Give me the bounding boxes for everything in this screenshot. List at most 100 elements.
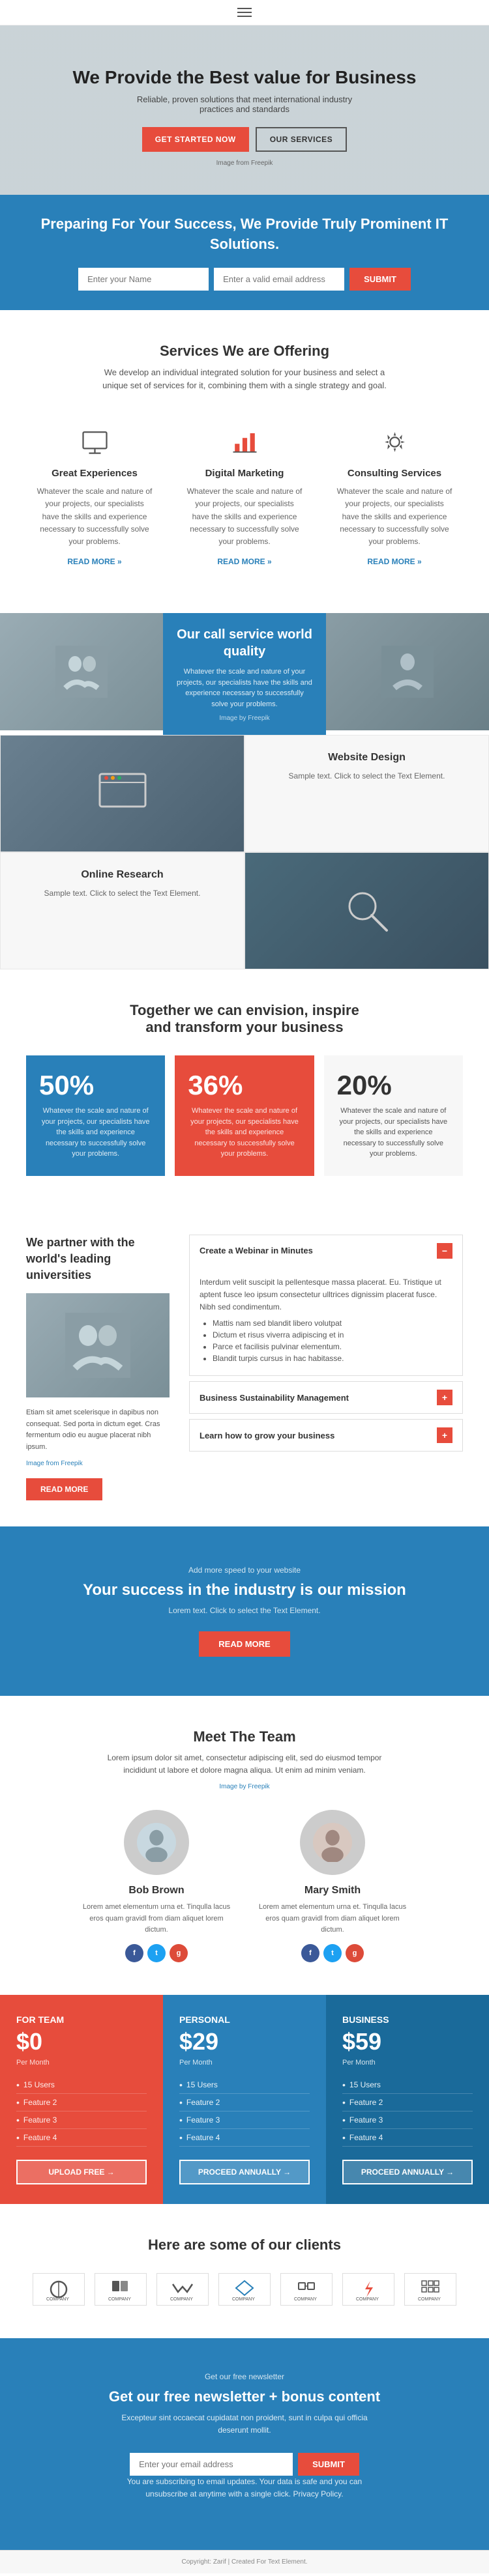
banner-email-input[interactable] <box>214 268 344 291</box>
social-google-mary[interactable]: g <box>346 1944 364 1962</box>
team-member-1-socials: f t g <box>78 1944 235 1962</box>
stat-number-50: 50% <box>39 1072 94 1099</box>
partner-left-col: We partner with the world's leading univ… <box>26 1235 170 1500</box>
footer-text: Copyright: Zarif | Created For Text Elem… <box>13 2558 476 2566</box>
price-feature-2-4: Feature 4 <box>179 2129 310 2147</box>
accordion-item-1: Create a Webinar in Minutes − Interdum v… <box>189 1235 463 1377</box>
team-description: Lorem ipsum dolor sit amet, consectetur … <box>98 1752 391 1777</box>
accordion-content-1: Interdum velit suscipit la pellentesque … <box>190 1267 462 1376</box>
two-col-section: Website Design Sample text. Click to sel… <box>0 735 489 969</box>
stat-text-36: Whatever the scale and nature of your pr… <box>188 1106 301 1160</box>
our-services-button[interactable]: OUR SERVICES <box>256 127 347 152</box>
accordion-toggle-3[interactable]: + <box>437 1427 452 1443</box>
newsletter-heading: Get our free newsletter + bonus content <box>26 2388 463 2405</box>
team-card-bob: Bob Brown Lorem amet elementum urna et. … <box>78 1810 235 1962</box>
social-twitter-bob[interactable]: t <box>147 1944 166 1962</box>
service-card-consulting: Consulting Services Whatever the scale a… <box>326 412 463 580</box>
service-card-1-title: Great Experiences <box>36 468 153 479</box>
newsletter-note: You are subscribing to email updates. Yo… <box>108 2476 381 2500</box>
price-plan-2-button[interactable]: Proceed Annually → <box>179 2160 310 2184</box>
price-plan-1-button[interactable]: Upload Free → <box>16 2160 147 2184</box>
hero-subtitle: Reliable, proven solutions that meet int… <box>121 94 368 114</box>
gallery-center-card: Our call service world quality Whatever … <box>163 613 326 735</box>
mission-read-more-button[interactable]: READ MORE <box>199 1631 289 1657</box>
service-card-2-link[interactable]: READ MORE » <box>217 557 271 566</box>
price-plan-3-button[interactable]: Proceed Annually → <box>342 2160 473 2184</box>
accordion-toggle-1[interactable]: − <box>437 1243 452 1259</box>
newsletter-email-input[interactable] <box>130 2453 293 2476</box>
accordion-header-1[interactable]: Create a Webinar in Minutes − <box>190 1235 462 1267</box>
price-plan-3-amount: $59 <box>342 2028 473 2055</box>
newsletter-pre: Get our free newsletter <box>108 2371 381 2383</box>
services-section: Services We are Offering We develop an i… <box>0 310 489 614</box>
accordion-list-1: Mattis nam sed blandit libero volutpat D… <box>213 1319 452 1363</box>
price-feature-1-4: Feature 4 <box>16 2129 147 2147</box>
gallery-img-right <box>326 613 489 730</box>
price-plan-1-features: 15 Users Feature 2 Feature 3 Feature 4 <box>16 2076 147 2147</box>
price-plan-2-name: Personal <box>179 2014 310 2025</box>
accordion-header-2[interactable]: Business Sustainability Management + <box>190 1382 462 1413</box>
partner-read-more-button[interactable]: READ MORE <box>26 1478 102 1500</box>
stat-box-20: 20% Whatever the scale and nature of you… <box>324 1055 463 1176</box>
desktop-icon <box>78 425 111 458</box>
stats-heading: Together we can envision, inspire and tr… <box>26 1002 463 1036</box>
service-card-2-title: Digital Marketing <box>186 468 303 479</box>
get-started-button[interactable]: GET STARTED NOW <box>142 127 249 152</box>
svg-text:COMPANY: COMPANY <box>170 2297 193 2300</box>
team-members-container: Bob Brown Lorem amet elementum urna et. … <box>26 1810 463 1962</box>
accordion-header-3[interactable]: Learn how to grow your business + <box>190 1420 462 1451</box>
service-card-3-title: Consulting Services <box>336 468 453 479</box>
partner-title: We partner with the world's leading univ… <box>26 1235 170 1284</box>
client-logo-1: COMPANY <box>33 2273 85 2306</box>
social-facebook-bob[interactable]: f <box>125 1944 143 1962</box>
price-plan-3-period: Per Month <box>342 2059 473 2067</box>
gallery-section: Our call service world quality Whatever … <box>0 613 489 735</box>
hero-section: We Provide the Best value for Business R… <box>0 25 489 195</box>
social-twitter-mary[interactable]: t <box>323 1944 342 1962</box>
gallery-center-title: Our call service world quality <box>176 626 313 660</box>
hero-image-credit: Image from Freepik <box>73 160 417 167</box>
price-feature-3-3: Feature 3 <box>342 2111 473 2129</box>
social-google-bob[interactable]: g <box>170 1944 188 1962</box>
banner-name-input[interactable] <box>78 268 209 291</box>
service-card-marketing: Digital Marketing Whatever the scale and… <box>176 412 313 580</box>
service-cards-container: Great Experiences Whatever the scale and… <box>26 412 463 580</box>
hero-title: We Provide the Best value for Business <box>73 67 417 88</box>
newsletter-submit-button[interactable]: SUBMIT <box>298 2453 359 2476</box>
accordion-toggle-2[interactable]: + <box>437 1390 452 1405</box>
client-logo-5: COMPANY <box>280 2273 333 2306</box>
svg-text:COMPANY: COMPANY <box>418 2297 441 2300</box>
navigation <box>0 0 489 25</box>
banner-submit-button[interactable]: Submit <box>349 268 411 291</box>
team-avatar-bob <box>124 1810 189 1875</box>
website-design-title: Website Design <box>265 752 469 764</box>
client-logo-7: COMPANY <box>404 2273 456 2306</box>
price-feature-1-3: Feature 3 <box>16 2111 147 2129</box>
service-card-3-link[interactable]: READ MORE » <box>367 557 421 566</box>
client-logo-6: COMPANY <box>342 2273 394 2306</box>
client-logo-2: COMPANY <box>95 2273 147 2306</box>
price-feature-2-1: 15 Users <box>179 2076 310 2094</box>
accordion-list-item-2: Dictum et risus viverra adipiscing et in <box>213 1330 452 1339</box>
price-plan-2-amount: $29 <box>179 2028 310 2055</box>
price-plan-2-period: Per Month <box>179 2059 310 2067</box>
team-card-mary: Mary Smith Lorem amet elementum urna et.… <box>254 1810 411 1962</box>
website-design-text: Website Design Sample text. Click to sel… <box>244 735 489 852</box>
stats-section: Together we can envision, inspire and tr… <box>0 969 489 1209</box>
price-plan-team: For Team $0 Per Month 15 Users Feature 2… <box>0 1995 163 2204</box>
price-plan-3-name: Business <box>342 2014 473 2025</box>
chart-icon <box>228 425 261 458</box>
online-research-title: Online Research <box>20 869 224 881</box>
social-facebook-mary[interactable]: f <box>301 1944 319 1962</box>
banner-form: Submit <box>26 268 463 291</box>
accordion-title-1: Create a Webinar in Minutes <box>200 1246 313 1255</box>
website-design-text: Sample text. Click to select the Text El… <box>265 770 469 782</box>
hamburger-menu[interactable] <box>237 8 252 17</box>
price-feature-2-3: Feature 3 <box>179 2111 310 2129</box>
svg-text:COMPANY: COMPANY <box>356 2297 379 2300</box>
svg-text:COMPANY: COMPANY <box>232 2297 255 2300</box>
service-card-1-link[interactable]: READ MORE » <box>67 557 121 566</box>
accordion-para-1: Interdum velit suscipit la pellentesque … <box>200 1276 452 1314</box>
team-member-2-socials: f t g <box>254 1944 411 1962</box>
price-feature-1-2: Feature 2 <box>16 2094 147 2111</box>
